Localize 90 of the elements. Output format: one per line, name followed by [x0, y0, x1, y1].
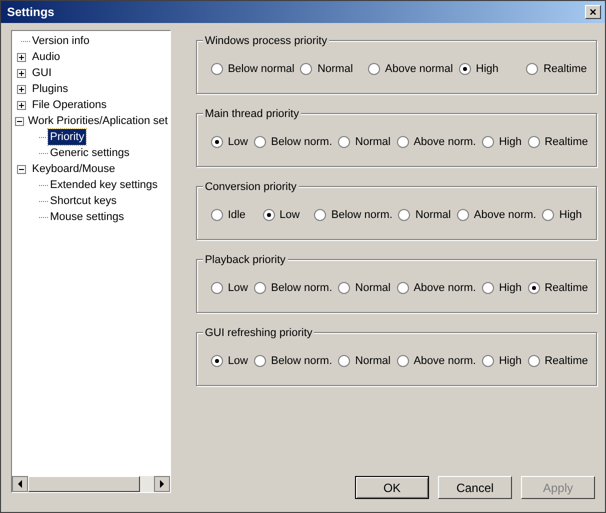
- radio-button[interactable]: [254, 136, 266, 148]
- tree-item[interactable]: GUI: [30, 65, 54, 81]
- radio-button[interactable]: [482, 282, 494, 294]
- radio-option[interactable]: Realtime: [528, 134, 588, 150]
- radio-button[interactable]: [338, 282, 350, 294]
- radio-option[interactable]: Below normal: [210, 60, 294, 78]
- radio-button[interactable]: [314, 209, 326, 221]
- radio-button[interactable]: [338, 136, 350, 148]
- group-title: Main thread priority: [202, 106, 301, 122]
- scroll-right-icon[interactable]: [154, 476, 170, 492]
- radio-option[interactable]: Low: [210, 134, 248, 150]
- radio-button[interactable]: [396, 136, 409, 148]
- radio-option[interactable]: Above norm.: [456, 206, 536, 224]
- expand-icon[interactable]: [16, 52, 26, 62]
- expand-icon[interactable]: [16, 84, 26, 94]
- radio-button[interactable]: [210, 136, 223, 148]
- collapse-icon[interactable]: [16, 164, 26, 174]
- tree-item[interactable]: Generic settings: [48, 145, 132, 161]
- tree-item[interactable]: Version info: [30, 33, 92, 49]
- radio-button[interactable]: [482, 355, 494, 367]
- radio-option[interactable]: Below norm.: [254, 352, 332, 370]
- radio-option[interactable]: Normal: [338, 280, 391, 296]
- close-button[interactable]: ×: [585, 5, 601, 19]
- radio-button[interactable]: [482, 136, 494, 148]
- radio-button[interactable]: [528, 282, 540, 294]
- radio-option[interactable]: High: [542, 206, 588, 224]
- radio-button[interactable]: [398, 209, 410, 221]
- dialog-button[interactable]: OK: [355, 476, 429, 499]
- radio-option[interactable]: Normal: [338, 134, 391, 150]
- scroll-track[interactable]: [140, 476, 154, 492]
- radio-button[interactable]: [528, 136, 540, 148]
- group-title: Playback priority: [202, 252, 288, 268]
- scroll-left-icon[interactable]: [12, 476, 28, 492]
- radio-option[interactable]: Above norm.: [396, 352, 476, 370]
- tree-item[interactable]: Keyboard/Mouse: [30, 161, 118, 177]
- radio-option[interactable]: Above norm.: [396, 134, 476, 150]
- radio-button[interactable]: [338, 355, 350, 367]
- radio-button[interactable]: [456, 209, 469, 221]
- radio-button[interactable]: [210, 355, 223, 367]
- radio-option[interactable]: Low: [210, 280, 248, 296]
- tree-item[interactable]: File Operations: [30, 97, 109, 113]
- radio-option[interactable]: Low: [210, 352, 248, 370]
- radio-option[interactable]: Realtime: [528, 280, 588, 296]
- group-title: Conversion priority: [202, 179, 299, 195]
- radio-option[interactable]: Normal: [338, 352, 391, 370]
- radio-button[interactable]: [526, 63, 538, 75]
- radio-option[interactable]: Normal: [300, 60, 362, 78]
- dialog-button[interactable]: Cancel: [438, 476, 512, 499]
- tree-item[interactable]: Work Priorities/Aplication set: [26, 113, 170, 129]
- radio-button[interactable]: [210, 282, 223, 294]
- radio-button[interactable]: [528, 355, 540, 367]
- radio-option[interactable]: High: [482, 352, 522, 370]
- tree-item[interactable]: Priority: [48, 129, 86, 145]
- radio-option[interactable]: Below norm.: [254, 280, 332, 296]
- expand-icon[interactable]: [16, 100, 26, 110]
- expand-icon[interactable]: [16, 68, 26, 78]
- tree-item[interactable]: Extended key settings: [48, 177, 160, 193]
- radio-option[interactable]: Below norm.: [254, 134, 332, 150]
- radio-option[interactable]: Below norm.: [314, 206, 392, 224]
- tree-item[interactable]: Audio: [30, 49, 62, 65]
- horizontal-scrollbar[interactable]: [12, 476, 170, 492]
- radio-option[interactable]: Normal: [398, 206, 451, 224]
- tree-item[interactable]: Plugins: [30, 81, 70, 97]
- radio-button[interactable]: [210, 209, 223, 221]
- scroll-thumb[interactable]: [28, 476, 140, 492]
- radio-option[interactable]: Realtime: [528, 352, 588, 370]
- tree-item[interactable]: Mouse settings: [48, 209, 126, 225]
- radio-button[interactable]: [458, 63, 471, 75]
- radio-button[interactable]: [254, 355, 266, 367]
- group-title: GUI refreshing priority: [202, 325, 314, 341]
- radio-option[interactable]: Above norm.: [396, 280, 476, 296]
- tree-item[interactable]: Shortcut keys: [48, 193, 119, 209]
- group-title: Windows process priority: [202, 33, 330, 49]
- radio-button[interactable]: [368, 63, 380, 75]
- radio-option[interactable]: Idle: [210, 206, 257, 224]
- radio-button[interactable]: [396, 282, 409, 294]
- collapse-icon[interactable]: [14, 116, 24, 126]
- radio-option[interactable]: Low: [262, 206, 308, 224]
- radio-button[interactable]: [254, 282, 266, 294]
- radio-button[interactable]: [210, 63, 223, 75]
- radio-option[interactable]: High: [482, 280, 522, 296]
- radio-option[interactable]: High: [482, 134, 522, 150]
- radio-button[interactable]: [262, 209, 275, 221]
- radio-button[interactable]: [396, 355, 409, 367]
- window-title: Settings: [6, 4, 54, 21]
- radio-button[interactable]: [300, 63, 312, 75]
- radio-option[interactable]: Above normal: [368, 60, 453, 78]
- radio-option[interactable]: High: [458, 60, 520, 78]
- radio-option[interactable]: Realtime: [526, 60, 588, 78]
- radio-button[interactable]: [542, 209, 554, 221]
